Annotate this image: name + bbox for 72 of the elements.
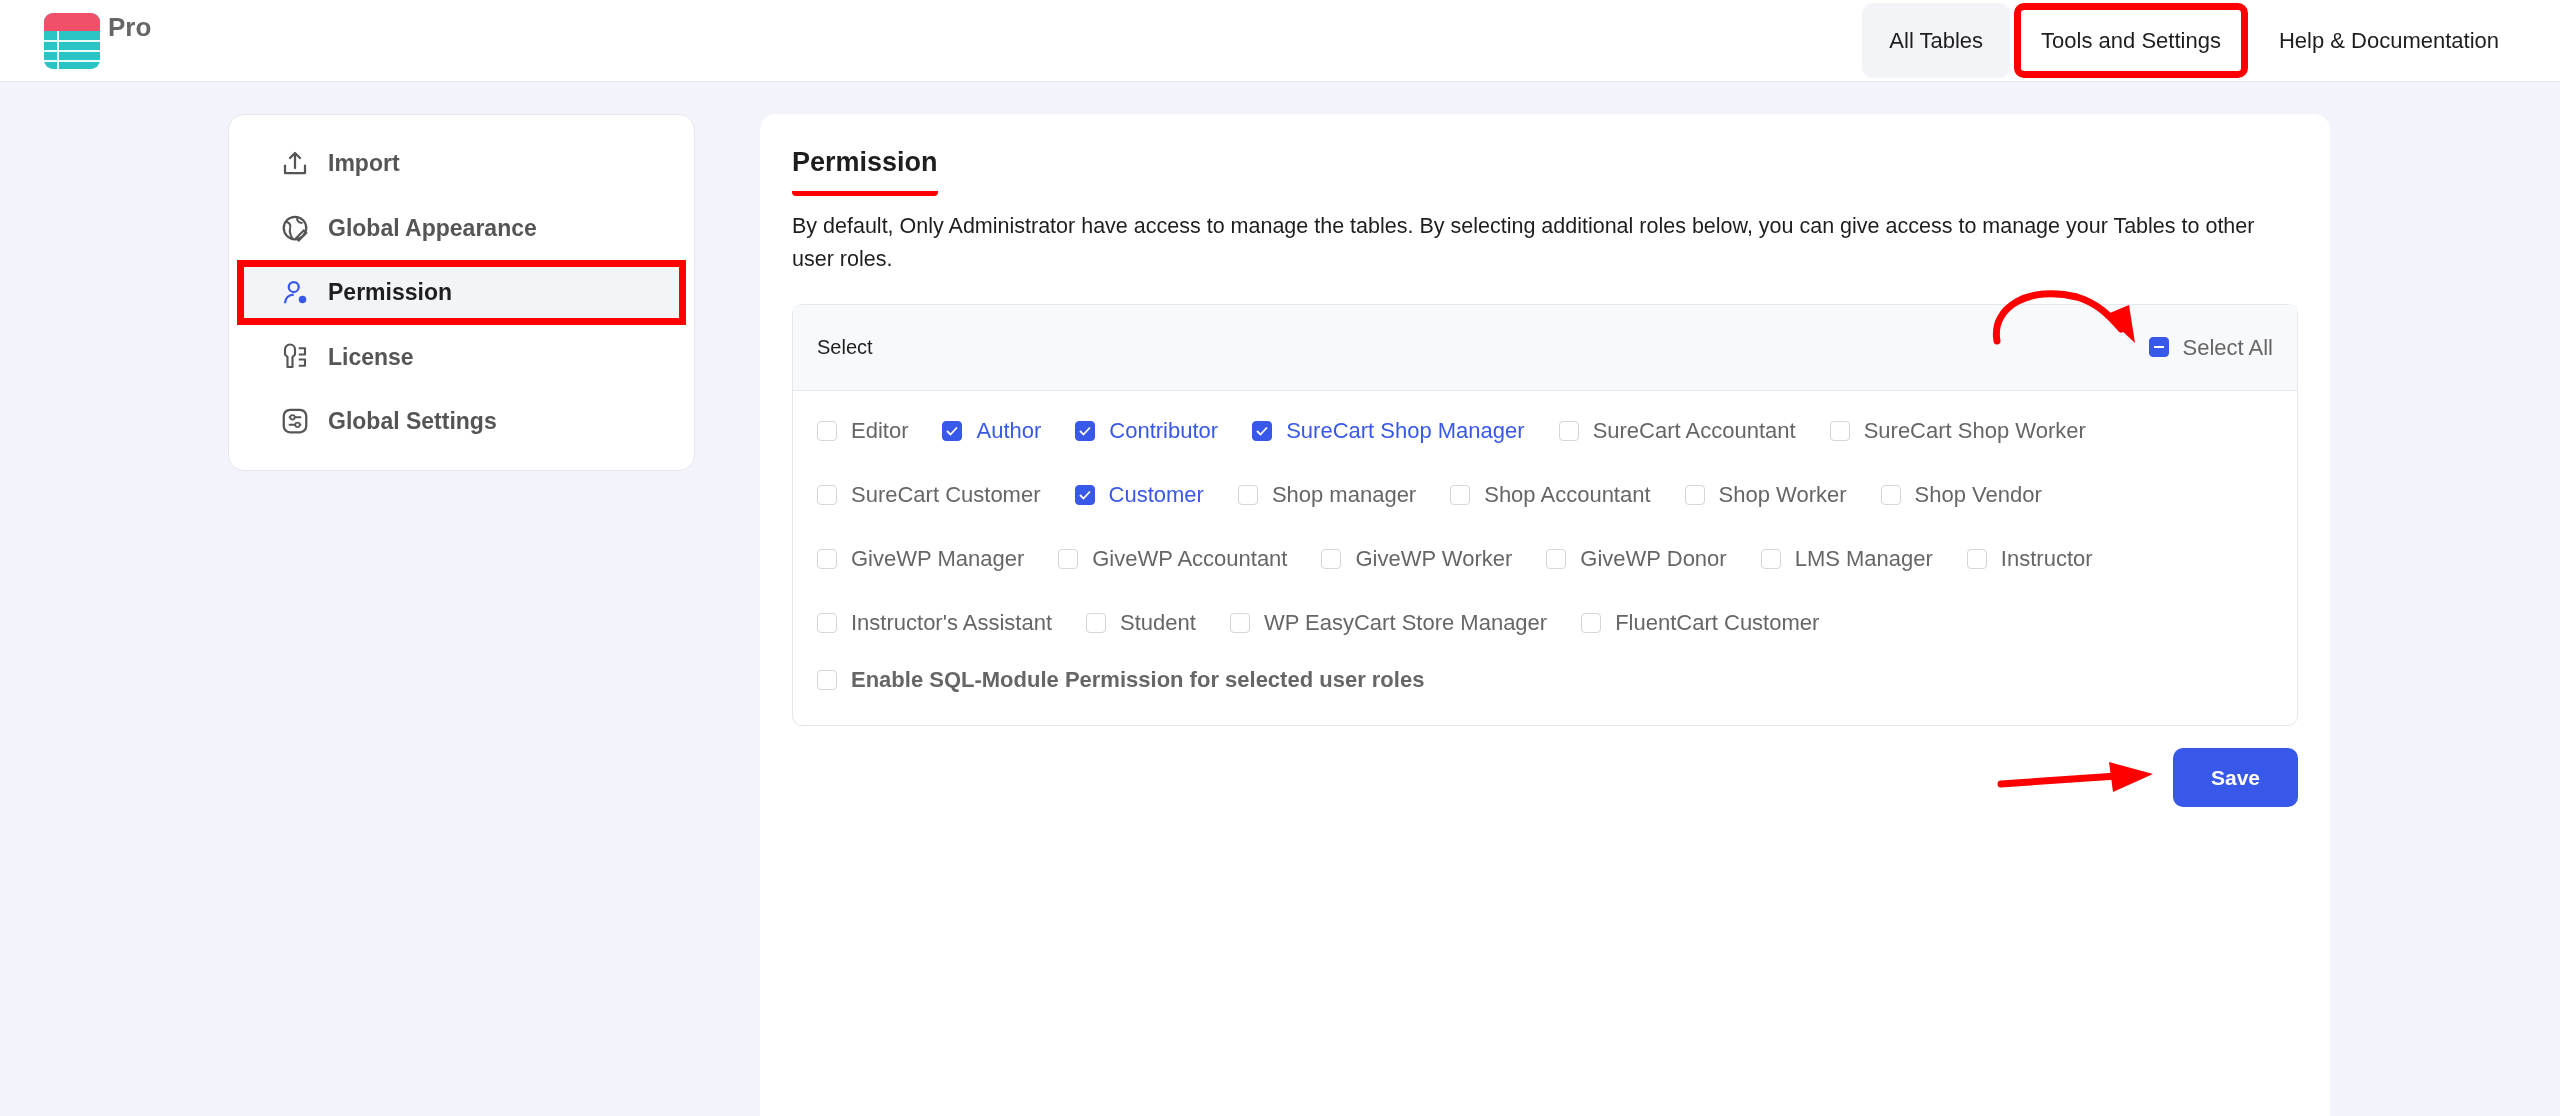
role-option[interactable]: WP EasyCart Store Manager [1229,606,1548,639]
role-option[interactable]: SureCart Shop Manager [1252,414,1525,447]
role-option[interactable]: SureCart Customer [817,478,1041,511]
role-option[interactable]: GiveWP Donor [1546,542,1727,575]
checkbox[interactable] [1075,420,1096,441]
role-option[interactable]: GiveWP Manager [817,542,1025,575]
role-option[interactable]: Customer [1074,478,1204,511]
role-option[interactable]: Author [942,414,1042,447]
role-option[interactable]: GiveWP Accountant [1058,542,1288,575]
option-label: Editor [851,417,909,445]
option-label: GiveWP Donor [1580,545,1727,573]
option-label: Author [976,417,1042,445]
role-option[interactable]: SureCart Accountant [1558,414,1796,447]
option-label: SureCart Shop Manager [1286,417,1525,445]
checkbox[interactable] [1074,484,1095,505]
sidebar-item[interactable]: Permission [237,260,686,325]
save-button[interactable]: Save [2172,747,2298,807]
option-label: Shop Vendor [1914,481,2042,509]
option-label: SureCart Shop Worker [1863,417,2086,445]
role-option[interactable]: Student [1086,606,1196,639]
nav-tab[interactable]: Tools and Settings [2014,3,2248,78]
sidebar-item[interactable]: Global Appearance [237,195,686,260]
logo-icon [44,12,100,69]
sidebar-item[interactable]: Import [237,131,686,196]
description-text: By default, Only Administrator have access to manage the tables. By selecting additional roles below, you can give access to manage your Tables to other user roles. [792,212,2256,273]
role-option[interactable]: Instructor's Assistant [817,606,1053,639]
sql-option[interactable]: Enable SQL-Module Permission for selected user roles [817,663,1425,696]
option-label: Shop Worker [1718,481,1847,509]
check-icon [946,425,959,436]
sidebar-item[interactable]: Global Settings [237,389,686,454]
option-label: SureCart Customer [851,481,1041,509]
select-label: Select [817,335,873,360]
nav-tab[interactable]: All Tables [1862,3,2011,78]
checkbox[interactable] [942,420,963,441]
option-label: Select All [2182,333,2273,362]
option-label: Shop manager [1271,481,1417,509]
role-option[interactable]: FluentCart Customer [1581,606,1820,639]
option-label: Enable SQL-Module Permission for selected user roles [851,666,1425,694]
role-option[interactable]: Shop manager [1237,478,1417,511]
option-label: GiveWP Accountant [1092,545,1288,573]
checkbox[interactable] [2148,337,2169,357]
role-option[interactable]: Shop Vendor [1880,478,2042,511]
option-label: GiveWP Manager [851,545,1025,573]
option-label: GiveWP Worker [1355,545,1513,573]
option-label: Contributor [1109,417,1219,445]
role-option[interactable]: SureCart Shop Worker [1829,414,2086,447]
check-icon [1079,425,1092,436]
option-label: WP EasyCart Store Manager [1263,609,1548,637]
option-label: Shop Accountant [1484,481,1651,509]
role-option[interactable]: Contributor [1075,414,1219,447]
option-label: Customer [1108,481,1204,509]
role-option[interactable]: GiveWP Worker [1321,542,1513,575]
option-label: FluentCart Customer [1615,609,1820,637]
sidebar-item[interactable]: License [237,324,686,389]
minus-icon [2153,346,2164,348]
role-option[interactable]: Instructor [1966,542,2093,575]
checkbox[interactable] [1252,420,1273,441]
role-option[interactable]: LMS Manager [1760,542,1933,575]
role-option[interactable]: Shop Worker [1684,478,1847,511]
page-title: Permission [792,142,938,196]
check-icon [1078,489,1091,500]
option-label: LMS Manager [1794,545,1933,573]
nav-tab[interactable]: Help & Documentation [2251,3,2526,78]
option-label: Instructor [2000,545,2093,573]
role-option[interactable]: Shop Accountant [1450,478,1651,511]
option-label: Student [1120,609,1196,637]
option-label: Instructor's Assistant [851,609,1053,637]
check-icon [1256,425,1269,436]
brand-label: Pro [108,11,152,44]
option-label: SureCart Accountant [1592,417,1796,445]
select-all-option[interactable]: Select All [2148,330,2273,364]
role-option[interactable]: Editor [817,414,909,447]
